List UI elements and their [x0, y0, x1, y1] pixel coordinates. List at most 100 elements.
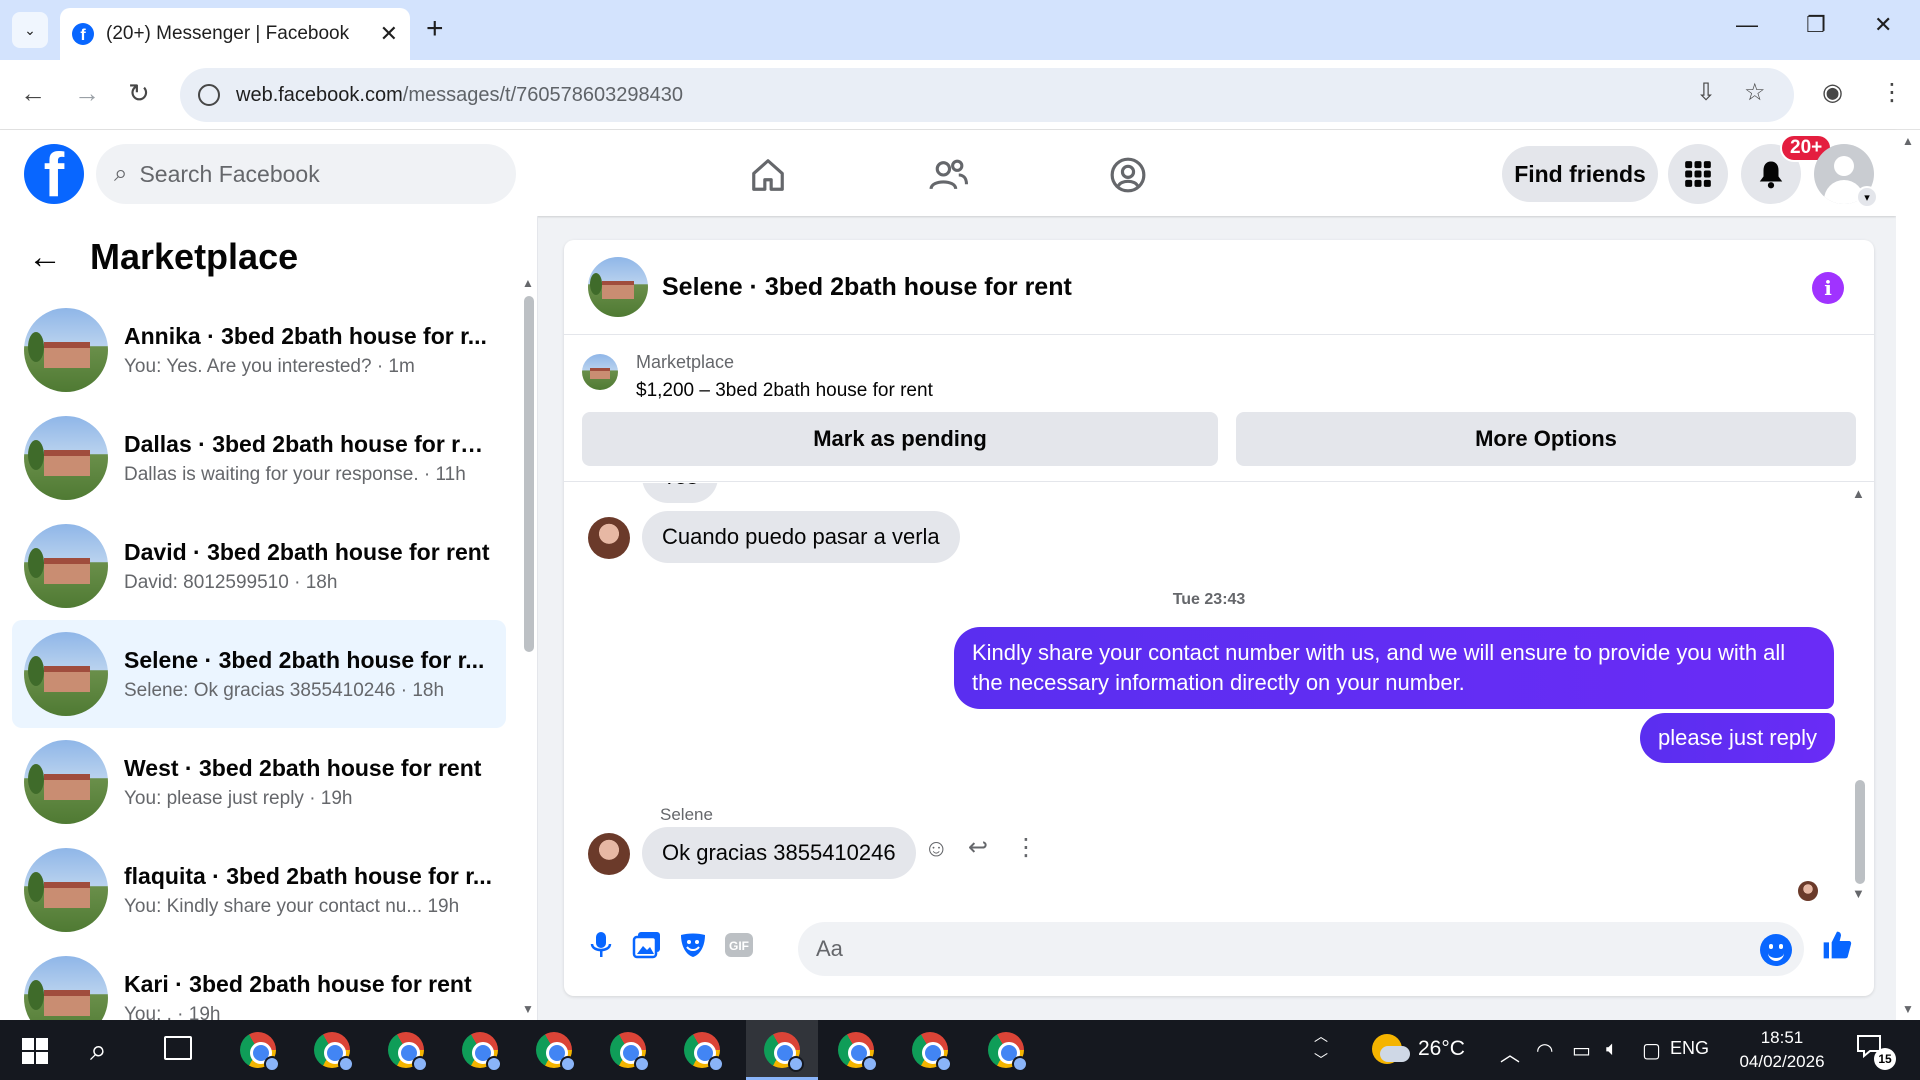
conversation-item[interactable]: Dallas · 3bed 2bath house for rent Dallas… [12, 404, 506, 512]
scrollbar-thumb[interactable] [524, 296, 534, 652]
forward-icon[interactable]: → [74, 78, 100, 108]
chat-scrollbar[interactable]: ▲ ▼ [1852, 486, 1868, 906]
url-text: web.facebook.com/messages/t/760578603298… [236, 83, 683, 106]
sender-avatar[interactable] [588, 517, 630, 559]
conversation-item[interactable]: West · 3bed 2bath house for rent You: ple… [12, 728, 506, 836]
thumbs-up-icon[interactable] [1820, 928, 1854, 962]
volume-icon[interactable]: 🔈︎ [1606, 1038, 1618, 1061]
scroll-up-icon[interactable]: ▲ [1902, 134, 1914, 148]
window-close-icon[interactable]: ✕ [1874, 12, 1892, 38]
conversation-item[interactable]: flaquita · 3bed 2bath house for r... You:… [12, 836, 506, 944]
sidebar-scrollbar[interactable]: ▲ ▼ [522, 276, 536, 1016]
react-emoji-icon[interactable]: ☺ [924, 835, 949, 863]
conversation-item[interactable]: Annika · 3bed 2bath house for r... You: Y… [12, 296, 506, 404]
photo-attach-icon[interactable] [630, 928, 664, 962]
find-friends-button[interactable]: Find friends [1502, 146, 1658, 202]
microphone-icon[interactable] [584, 928, 618, 962]
sender-avatar[interactable] [588, 833, 630, 875]
conversation-snippet: David: 8012599510 · 18h [124, 571, 338, 593]
minimize-icon[interactable]: — [1736, 12, 1758, 38]
chrome-window-icon[interactable] [314, 1032, 354, 1072]
taskbar-clock[interactable]: 18:51 04/02/2026 [1734, 1026, 1830, 1074]
chrome-window-icon[interactable] [610, 1032, 650, 1072]
info-icon[interactable]: i [1812, 272, 1844, 304]
chrome-window-icon[interactable] [764, 1032, 804, 1072]
scroll-down-icon[interactable]: ▼ [522, 1002, 534, 1016]
tab-close-icon[interactable]: ✕ [380, 21, 398, 47]
sidebar-header: ← Marketplace [28, 236, 298, 278]
windows-start-icon[interactable] [22, 1038, 48, 1064]
conversation-list: Annika · 3bed 2bath house for r... You: Y… [12, 296, 506, 1020]
conversation-item-selected[interactable]: Selene · 3bed 2bath house for r... Selene… [12, 620, 506, 728]
marketplace-listing-box: Marketplace $1,200 – 3bed 2bath house fo… [564, 336, 1874, 482]
scrollbar-thumb[interactable] [1855, 780, 1865, 884]
sticker-icon[interactable] [676, 928, 710, 962]
scroll-down-icon[interactable]: ▼ [1902, 1002, 1914, 1016]
menu-grid-icon[interactable] [1668, 144, 1728, 204]
address-bar[interactable]: web.facebook.com/messages/t/760578603298… [180, 68, 1794, 122]
home-icon[interactable] [736, 150, 800, 200]
page-scrollbar[interactable]: ▲ ▼ [1896, 130, 1920, 1020]
clock-time: 18:51 [1760, 1028, 1804, 1047]
scroll-up-icon[interactable]: ▲ [1852, 486, 1865, 501]
profile-icon[interactable]: ◉ [1822, 78, 1843, 107]
chevron-down-icon[interactable]: ▾ [1856, 186, 1878, 208]
gif-icon[interactable]: GIF [722, 928, 756, 962]
more-options-button[interactable]: More Options [1236, 412, 1856, 466]
chrome-window-icon[interactable] [838, 1032, 878, 1072]
message-input[interactable] [816, 936, 1716, 962]
marketplace-label: Marketplace [636, 352, 735, 372]
reload-icon[interactable]: ↻ [128, 78, 150, 108]
conversation-item[interactable]: David · 3bed 2bath house for rent David: … [12, 512, 506, 620]
message-input-field[interactable] [798, 922, 1804, 976]
chrome-window-icon[interactable] [988, 1032, 1028, 1072]
chrome-window-icon[interactable] [536, 1032, 576, 1072]
listing-title[interactable]: $1,200 – 3bed 2bath house for rent [636, 380, 933, 402]
conversation-name: Kari · 3bed 2bath house for rent [124, 970, 472, 997]
camera-icon[interactable]: ▢ [1642, 1038, 1661, 1063]
search-input[interactable] [139, 160, 460, 188]
scroll-down-icon[interactable]: ▼ [1852, 886, 1865, 901]
site-info-icon[interactable] [198, 84, 220, 106]
install-app-icon[interactable]: ⇩ [1696, 78, 1716, 107]
facebook-header: f ⌕ Find friends 20+ ▾ [0, 130, 1896, 216]
wifi-icon[interactable]: ◠ [1536, 1038, 1553, 1063]
battery-icon[interactable]: ▭ [1572, 1038, 1591, 1063]
chrome-window-icon[interactable] [388, 1032, 428, 1072]
taskbar-search-icon[interactable]: ⌕ [90, 1034, 107, 1068]
notification-center-icon[interactable]: 15 [1856, 1034, 1896, 1070]
new-tab-icon[interactable]: + [426, 14, 444, 44]
chat-title[interactable]: Selene · 3bed 2bath house for rent [662, 273, 1072, 302]
reply-icon[interactable]: ↩ [968, 833, 988, 862]
back-arrow-icon[interactable]: ← [28, 238, 62, 277]
back-icon[interactable]: ← [20, 78, 46, 108]
tab-search-chevron-icon[interactable]: ⌄ [12, 12, 48, 48]
chrome-window-icon[interactable] [684, 1032, 724, 1072]
facebook-logo[interactable]: f [24, 144, 84, 204]
weather-widget[interactable]: 26°C [1372, 1034, 1465, 1064]
conversation-item[interactable]: Kari · 3bed 2bath house for rent You: . ·… [12, 944, 506, 1020]
browser-menu-icon[interactable]: ⋮ [1880, 78, 1904, 107]
listing-thumbnail [24, 632, 108, 716]
emoji-icon[interactable] [1760, 934, 1792, 966]
scroll-up-icon[interactable]: ▲ [522, 276, 534, 290]
notification-count: 15 [1874, 1048, 1896, 1070]
friends-icon[interactable] [916, 150, 980, 200]
chrome-window-icon[interactable] [240, 1032, 280, 1072]
facebook-search[interactable]: ⌕ [96, 144, 516, 204]
browser-tab-strip: ⌄ f (20+) Messenger | Facebook ✕ + — ❐ ✕ [0, 0, 1920, 60]
taskbar-scroll-chevrons-icon[interactable]: ︿ ﹀ [1314, 1024, 1328, 1072]
restore-icon[interactable]: ❐ [1806, 12, 1826, 38]
chrome-window-icon[interactable] [462, 1032, 502, 1072]
bookmark-star-icon[interactable]: ☆ [1744, 78, 1766, 107]
more-actions-icon[interactable]: ⋮ [1014, 833, 1038, 862]
task-view-icon[interactable] [164, 1036, 192, 1060]
conversation-name: Annika · 3bed 2bath house for r... [124, 322, 487, 349]
mark-as-pending-button[interactable]: Mark as pending [582, 412, 1218, 466]
show-hidden-icons-icon[interactable]: ︿ [1500, 1038, 1520, 1067]
chrome-window-icon[interactable] [912, 1032, 952, 1072]
language-indicator[interactable]: ENG [1670, 1038, 1709, 1059]
browser-tab[interactable]: f (20+) Messenger | Facebook ✕ [60, 8, 410, 60]
chat-listing-thumbnail[interactable] [588, 257, 648, 317]
groups-icon[interactable] [1096, 150, 1160, 200]
